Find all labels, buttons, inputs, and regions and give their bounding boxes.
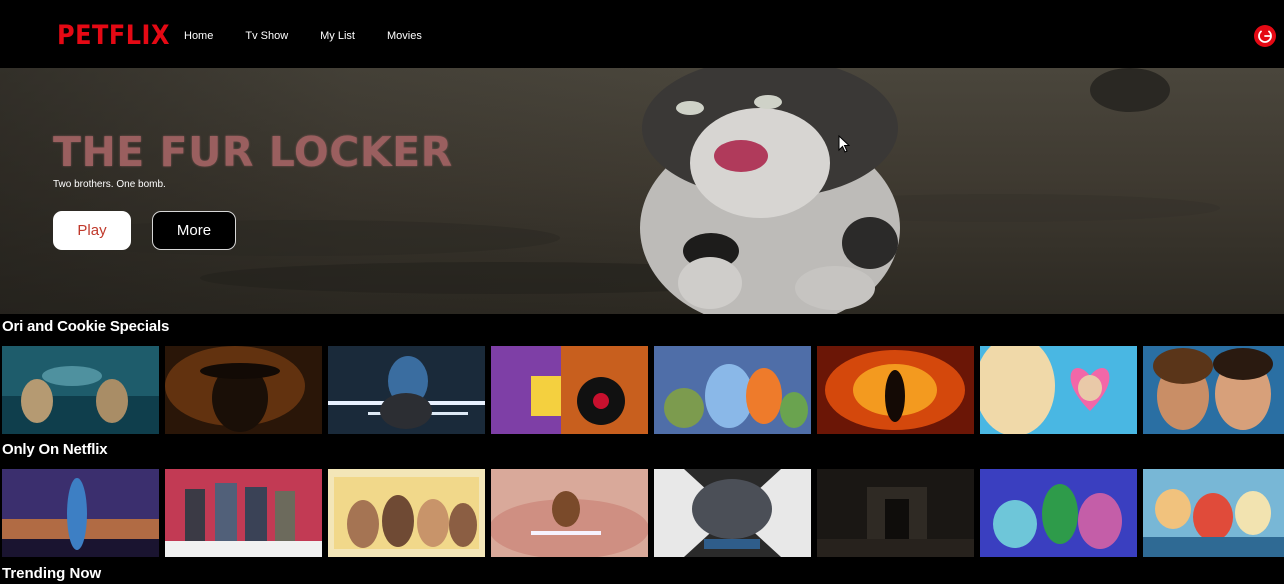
rocket-raccoon-sky-poster-icon[interactable] (491, 469, 648, 557)
nav-item-movies[interactable]: Movies (387, 30, 422, 42)
pirate-crew-anime-poster-icon[interactable] (1143, 469, 1284, 557)
row-ori-and-cookie-specials (2, 346, 1284, 434)
pink-mirror-doll-poster-icon[interactable] (980, 346, 1137, 434)
dark-hallway-poster-icon[interactable] (817, 469, 974, 557)
power-icon[interactable] (1254, 25, 1276, 47)
row-only-on-netflix (2, 469, 1284, 557)
couple-closeup-poster-icon[interactable] (1143, 346, 1284, 434)
explosion-silhouette-poster-icon[interactable] (817, 346, 974, 434)
hero-cat-background-image (0, 68, 1284, 314)
nav-item-home[interactable]: Home (184, 30, 213, 42)
blue-armored-hero-poster-icon[interactable] (2, 469, 159, 557)
row-title-ori-and-cookie-specials: Ori and Cookie Specials (2, 318, 170, 335)
hero-title: THE FUR LOCKER (53, 128, 453, 176)
nav-item-tv-show[interactable]: Tv Show (245, 30, 288, 42)
top-navigation-bar: PETFLIX Home Tv Show My List Movies (0, 0, 1284, 68)
brand-logo[interactable]: PETFLIX (57, 20, 170, 51)
mouse-cursor-icon (838, 135, 850, 153)
nav-links: Home Tv Show My List Movies (184, 30, 454, 42)
hero-tagline: Two brothers. One bomb. (53, 179, 166, 190)
nav-item-my-list[interactable]: My List (320, 30, 355, 42)
underwater-heroes-poster-icon[interactable] (2, 346, 159, 434)
elemental-characters-poster-icon[interactable] (654, 346, 811, 434)
hero-banner: THE FUR LOCKER Two brothers. One bomb. P… (0, 68, 1284, 314)
animated-monsters-poster-icon[interactable] (980, 469, 1137, 557)
play-button[interactable]: Play (53, 211, 131, 250)
x-car-race-poster-icon[interactable] (654, 469, 811, 557)
adventurer-fedora-poster-icon[interactable] (165, 346, 322, 434)
row-title-only-on-netflix: Only On Netflix (2, 441, 108, 458)
lightsaber-warrior-poster-icon[interactable] (328, 346, 485, 434)
spider-hero-animated-poster-icon[interactable] (491, 346, 648, 434)
row-title-trending-now: Trending Now (2, 565, 102, 582)
super-team-group-poster-icon[interactable] (165, 469, 322, 557)
more-button[interactable]: More (152, 211, 236, 250)
cast-group-comedy-poster-icon[interactable] (328, 469, 485, 557)
